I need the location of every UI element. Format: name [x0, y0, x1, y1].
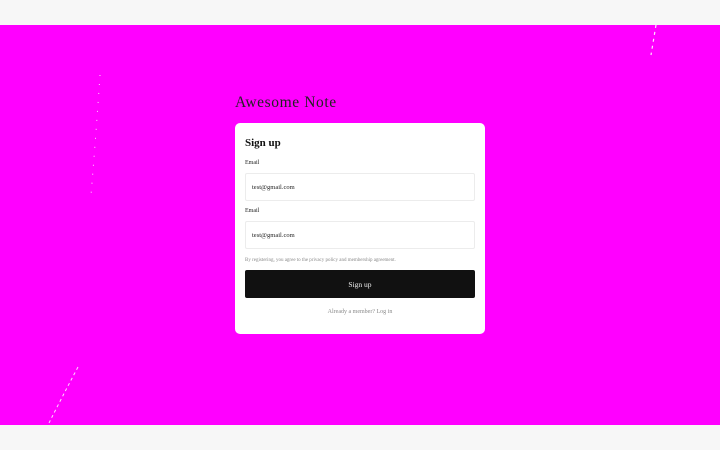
streak-left — [90, 74, 101, 196]
signup-card: Sign up Email Email By registering, you … — [235, 123, 485, 334]
second-email-label: Email — [245, 208, 260, 214]
login-prompt: Already a member? Log in — [235, 309, 485, 315]
second-email-field[interactable] — [245, 221, 475, 249]
email-label: Email — [245, 160, 260, 166]
streak-bottom-left — [48, 366, 79, 424]
signup-button[interactable]: Sign up — [245, 270, 475, 298]
app-title: Awesome Note — [235, 94, 337, 111]
login-prompt-text: Already a member? — [327, 309, 375, 315]
second-email-input[interactable] — [246, 222, 474, 248]
signup-heading: Sign up — [245, 137, 281, 149]
streak-top-right — [650, 25, 657, 56]
signup-background: Awesome Note Sign up Email Email By regi… — [0, 25, 720, 425]
email-input[interactable] — [246, 174, 474, 200]
terms-notice: By registering, you agree to the privacy… — [245, 258, 396, 263]
email-field[interactable] — [245, 173, 475, 201]
login-link[interactable]: Log in — [376, 309, 392, 315]
